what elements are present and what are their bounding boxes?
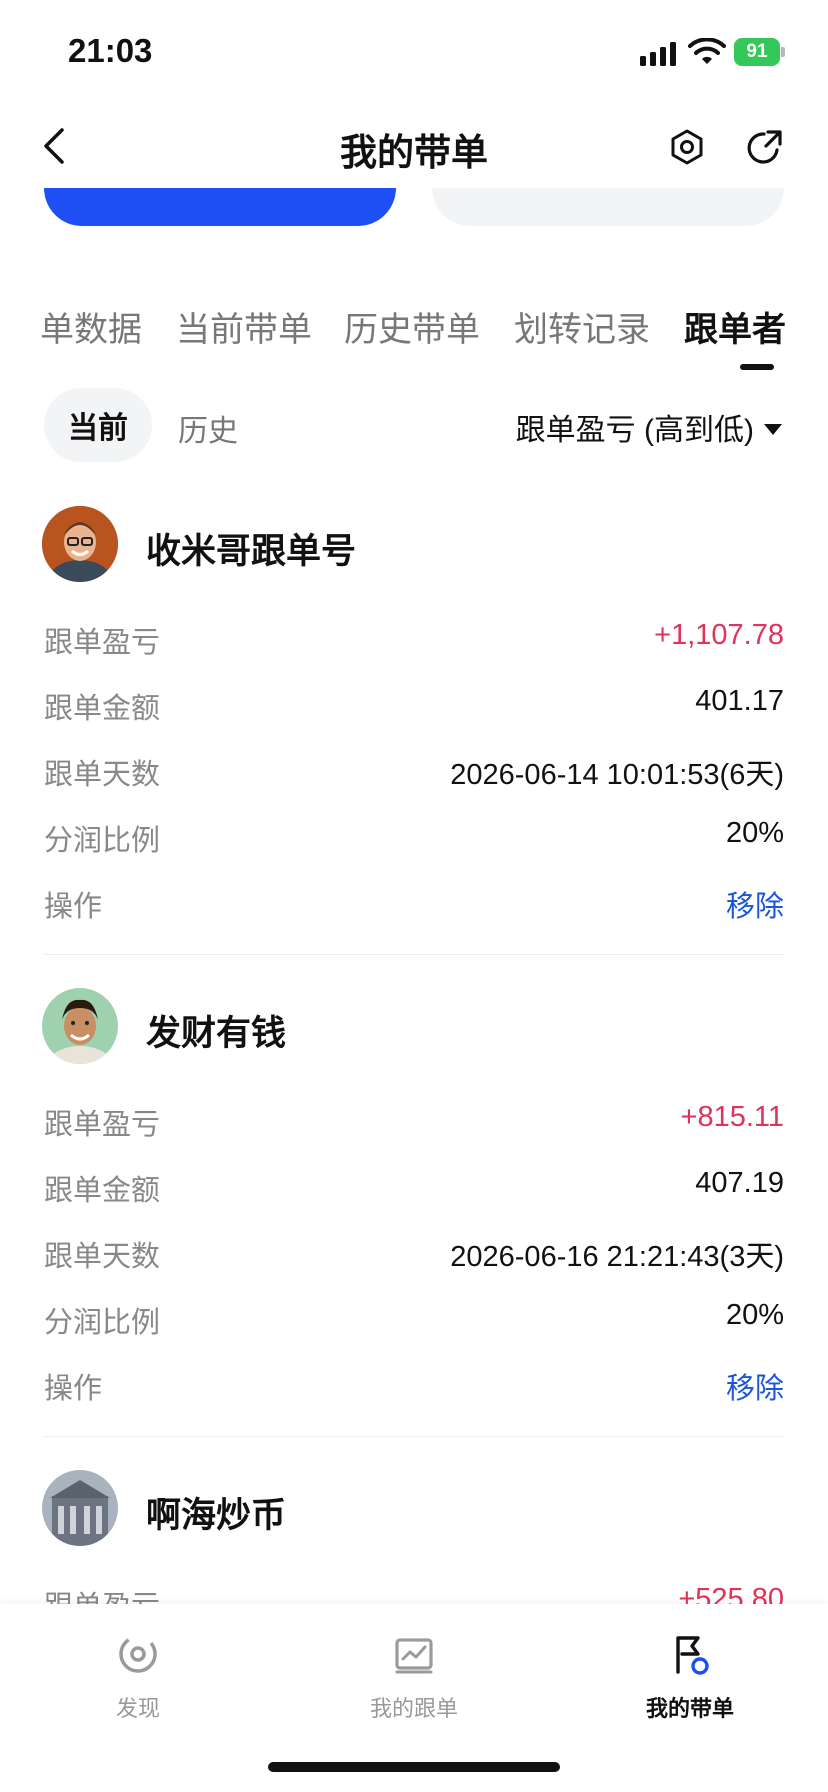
sort-label: 跟单盈亏 (高到低): [515, 414, 754, 447]
pnl-label: 跟单盈亏: [44, 627, 161, 659]
ratio-value: 20%: [725, 1299, 784, 1331]
amount-label: 跟单金额: [44, 693, 161, 725]
building-avatar-icon: [42, 1470, 118, 1546]
sort-dropdown[interactable]: 跟单盈亏 (高到低): [516, 405, 782, 449]
status-time: 21:03: [68, 32, 153, 69]
days-label: 跟单天数: [44, 759, 161, 791]
settings-icon[interactable]: [668, 128, 706, 166]
filter-history-button[interactable]: 历史: [178, 406, 238, 450]
avatar[interactable]: [42, 1470, 118, 1546]
nav-label: 发现: [115, 1696, 160, 1721]
action-label: 操作: [44, 891, 103, 923]
remove-button[interactable]: 移除: [726, 883, 784, 925]
days-value: 2026-06-16 21:21:43(3天): [450, 1241, 784, 1273]
avatar[interactable]: [42, 988, 118, 1064]
pnl-value: +815.11: [680, 1101, 784, 1133]
divider: [44, 1436, 784, 1437]
ratio-value: 20%: [725, 817, 784, 849]
follower-name: 啊海炒币: [146, 1496, 287, 1535]
person-avatar-icon: [42, 506, 118, 582]
battery-icon: 91: [734, 38, 780, 66]
divider: [44, 954, 784, 955]
person-avatar-icon: [42, 988, 118, 1064]
ratio-label: 分润比例: [44, 825, 161, 857]
signal-icon: [640, 42, 676, 66]
tab-current-orders[interactable]: 当前带单: [176, 302, 312, 351]
days-label: 跟单天数: [44, 1241, 161, 1273]
caret-down-icon: [764, 423, 782, 435]
amount-value: 401.17: [695, 685, 784, 717]
action-label: 操作: [44, 1373, 103, 1405]
avatar[interactable]: [42, 506, 118, 582]
pnl-label: 跟单盈亏: [44, 1109, 161, 1141]
wifi-icon: [688, 38, 726, 64]
pnl-value: +1,107.78: [654, 619, 784, 651]
discover-icon: [119, 1635, 157, 1673]
filter-current-button[interactable]: 当前: [44, 388, 152, 462]
battery-nub: [781, 47, 785, 57]
days-value: 2026-06-14 10:01:53(6天): [450, 759, 784, 791]
amount-label: 跟单金额: [44, 1175, 161, 1207]
home-indicator[interactable]: [268, 1762, 560, 1772]
share-icon[interactable]: [744, 128, 784, 168]
ratio-label: 分润比例: [44, 1307, 161, 1339]
tab-followers[interactable]: 跟单者: [684, 302, 786, 351]
nav-discover[interactable]: 发现: [38, 1632, 238, 1723]
follower-name: 收米哥跟单号: [146, 532, 357, 571]
chart-icon: [395, 1638, 433, 1674]
nav-my-lead-trades[interactable]: 我的带单: [590, 1632, 790, 1723]
follower-name: 发财有钱: [146, 1014, 287, 1053]
tab-history-orders[interactable]: 历史带单: [344, 302, 480, 351]
amount-value: 407.19: [695, 1167, 784, 1199]
flag-icon: [676, 1636, 709, 1675]
tab-data[interactable]: 单数据: [40, 302, 142, 351]
nav-my-copy-trades[interactable]: 我的跟单: [314, 1632, 514, 1723]
tab-active-indicator: [740, 364, 774, 370]
nav-label: 我的带单: [645, 1696, 734, 1721]
remove-button[interactable]: 移除: [726, 1365, 784, 1407]
nav-label: 我的跟单: [369, 1696, 458, 1721]
tab-transfer-records[interactable]: 划转记录: [514, 302, 650, 351]
